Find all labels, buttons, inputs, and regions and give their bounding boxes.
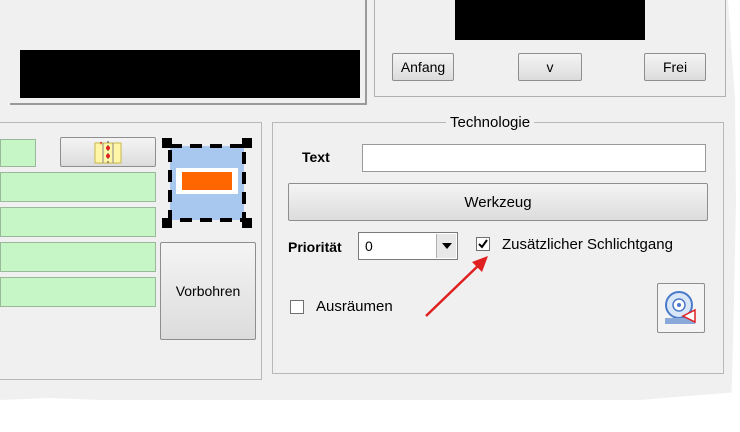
check-icon [478, 239, 488, 249]
disc-button[interactable] [657, 283, 705, 333]
technologie-title: Technologie [446, 114, 535, 131]
green-field-5[interactable] [0, 277, 156, 307]
drill-pattern-button[interactable] [60, 137, 156, 167]
prioritaet-value: 0 [365, 238, 373, 254]
drill-pattern-icon [94, 141, 122, 165]
pocket-tool-button[interactable] [162, 136, 254, 232]
ausraeumen-checkbox[interactable] [290, 300, 304, 314]
prioritaet-label: Priorität [288, 239, 342, 255]
text-label: Text [302, 149, 330, 165]
top-right-black-bar [455, 0, 645, 40]
v-button[interactable]: v [518, 53, 582, 81]
ausraeumen-label: Ausräumen [316, 298, 393, 315]
green-field-3[interactable] [0, 207, 156, 237]
green-field-2[interactable] [0, 172, 156, 202]
schlichtgang-checkbox[interactable] [476, 237, 490, 251]
disc-arrow-icon [665, 291, 696, 324]
vorbohren-button[interactable]: Vorbohren [160, 242, 256, 340]
text-input[interactable] [362, 144, 706, 172]
screenshot-page: Anfang v Frei Vorbohren Technologie Text… [0, 0, 740, 432]
chevron-down-icon [441, 243, 452, 249]
werkzeug-button[interactable]: Werkzeug [288, 183, 708, 221]
red-arrow [425, 256, 488, 317]
anfang-button[interactable]: Anfang [392, 53, 454, 81]
frei-button[interactable]: Frei [644, 53, 706, 81]
green-field-4[interactable] [0, 242, 156, 272]
schlichtgang-label: Zusätzlicher Schlichtgang [502, 236, 673, 253]
top-left-frame [10, 0, 367, 105]
pocket-tool-icon [162, 138, 252, 228]
green-field-1[interactable] [0, 139, 36, 167]
